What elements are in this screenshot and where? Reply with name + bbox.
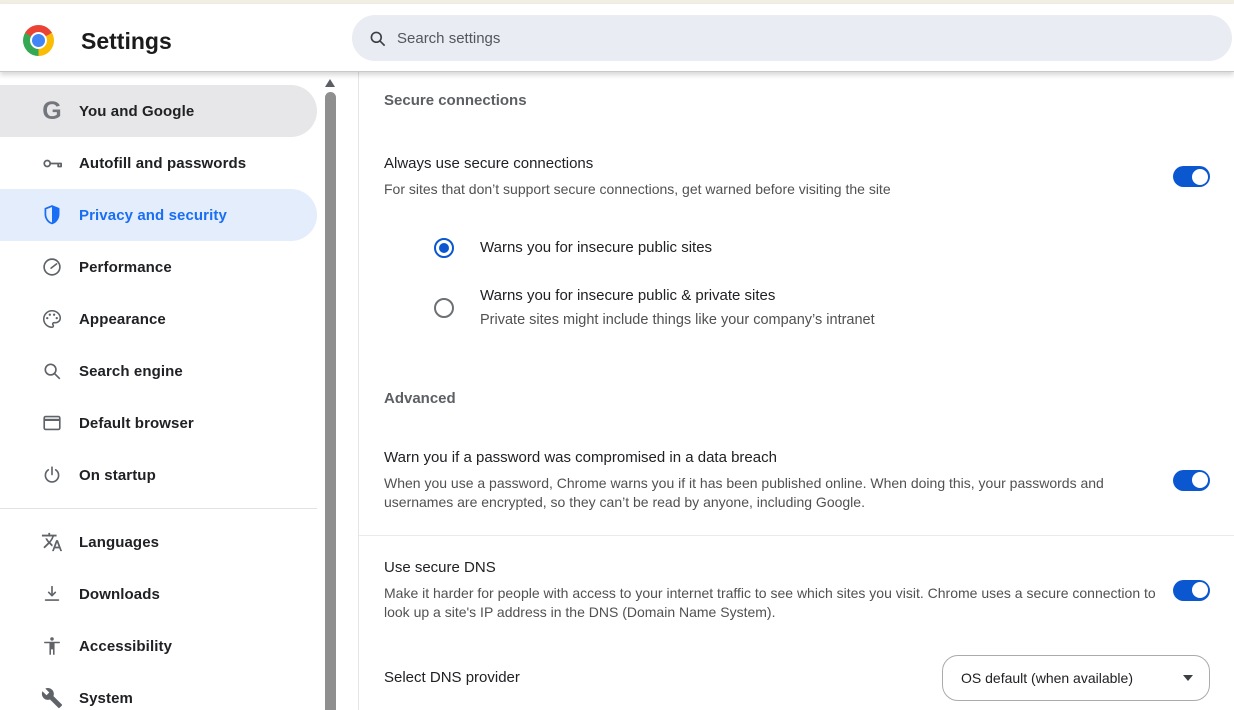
sidebar-item-search-engine[interactable]: Search engine: [0, 345, 317, 397]
settings-search-bar[interactable]: [352, 15, 1232, 61]
sidebar-item-label: Search engine: [79, 363, 183, 380]
always-use-secure-connections-row: Always use secure connections For sites …: [384, 154, 1210, 200]
palette-icon: [40, 307, 64, 331]
sidebar-item-accessibility[interactable]: Accessibility: [0, 620, 317, 672]
sidebar-item-label: Performance: [79, 259, 172, 276]
secure-connections-radio-group: Warns you for insecure public sites Warn…: [384, 224, 1210, 330]
radio-option-public-sites[interactable]: Warns you for insecure public sites: [434, 224, 1210, 272]
sidebar-item-downloads[interactable]: Downloads: [0, 568, 317, 620]
radio-public-label: Warns you for insecure public sites: [480, 239, 712, 256]
radio-button-selected[interactable]: [434, 238, 454, 258]
page-title: Settings: [81, 28, 172, 55]
sidebar-item-appearance[interactable]: Appearance: [0, 293, 317, 345]
sidebar-item-label: Languages: [79, 534, 159, 551]
secure-dns-row: Use secure DNS Make it harder for people…: [384, 536, 1210, 623]
chevron-down-icon: [1183, 675, 1193, 681]
sidebar-item-label: You and Google: [79, 103, 194, 120]
secure-connections-heading: Secure connections: [384, 92, 1210, 110]
key-icon: [40, 151, 64, 175]
secure-dns-title: Use secure DNS: [384, 558, 1166, 577]
secure-dns-description: Make it harder for people with access to…: [384, 584, 1166, 623]
radio-private-label: Warns you for insecure public & private …: [480, 286, 875, 305]
chrome-logo-icon: [23, 25, 54, 56]
sidebar-item-performance[interactable]: Performance: [0, 241, 317, 293]
secure-dns-toggle[interactable]: [1173, 580, 1210, 601]
sidebar-item-label: Autofill and passwords: [79, 155, 246, 172]
radio-option-public-private-sites[interactable]: Warns you for insecure public & private …: [434, 286, 1210, 330]
sidebar-item-system[interactable]: System: [0, 672, 317, 710]
magnifier-icon: [40, 359, 64, 383]
scrollbar-up-arrow-icon[interactable]: [325, 79, 335, 87]
privacy-security-content: Secure connections Always use secure con…: [359, 72, 1234, 710]
breach-toggle[interactable]: [1173, 470, 1210, 491]
power-icon: [40, 463, 64, 487]
sidebar-item-label: Downloads: [79, 586, 160, 603]
speedometer-icon: [40, 255, 64, 279]
radio-button-unselected[interactable]: [434, 298, 454, 318]
sidebar-item-on-startup[interactable]: On startup: [0, 449, 317, 501]
google-g-icon: G: [40, 99, 64, 123]
sidebar-item-default-browser[interactable]: Default browser: [0, 397, 317, 449]
browser-window-icon: [40, 411, 64, 435]
dns-provider-row: Select DNS provider OS default (when ava…: [384, 655, 1210, 701]
search-icon: [368, 29, 387, 48]
always-use-toggle[interactable]: [1173, 166, 1210, 187]
wrench-icon: [40, 686, 64, 710]
scrollbar-thumb[interactable]: [325, 92, 336, 710]
chrome-settings-page: Settings G You and Google Autofill and p…: [0, 0, 1234, 710]
sidebar-item-languages[interactable]: Languages: [0, 516, 317, 568]
always-use-description: For sites that don’t support secure conn…: [384, 180, 1166, 200]
sidebar-item-label: System: [79, 690, 133, 707]
advanced-heading: Advanced: [384, 390, 1210, 408]
radio-private-description: Private sites might include things like …: [480, 311, 875, 330]
password-breach-row: Warn you if a password was compromised i…: [384, 448, 1210, 513]
sidebar-item-label: Appearance: [79, 311, 166, 328]
search-input[interactable]: [397, 30, 1232, 47]
translate-icon: [40, 530, 64, 554]
sidebar-item-autofill[interactable]: Autofill and passwords: [0, 137, 317, 189]
breach-title: Warn you if a password was compromised i…: [384, 448, 1166, 467]
sidebar-scrollbar: [322, 74, 338, 710]
always-use-title: Always use secure connections: [384, 154, 1166, 173]
sidebar-item-label: On startup: [79, 467, 156, 484]
shield-icon: [40, 203, 64, 227]
sidebar-item-privacy-and-security[interactable]: Privacy and security: [0, 189, 317, 241]
dns-provider-label: Select DNS provider: [384, 669, 520, 686]
sidebar-item-you-and-google[interactable]: G You and Google: [0, 85, 317, 137]
settings-header: Settings: [0, 4, 1234, 72]
settings-sidebar: G You and Google Autofill and passwords …: [0, 72, 317, 710]
download-icon: [40, 582, 64, 606]
dns-provider-selected-option: OS default (when available): [961, 670, 1133, 686]
sidebar-item-label: Default browser: [79, 415, 194, 432]
accessibility-person-icon: [40, 634, 64, 658]
sidebar-item-label: Privacy and security: [79, 207, 227, 224]
sidebar-divider: [0, 508, 317, 509]
dns-provider-dropdown[interactable]: OS default (when available): [942, 655, 1210, 701]
breach-description: When you use a password, Chrome warns yo…: [384, 474, 1166, 513]
sidebar-item-label: Accessibility: [79, 638, 172, 655]
